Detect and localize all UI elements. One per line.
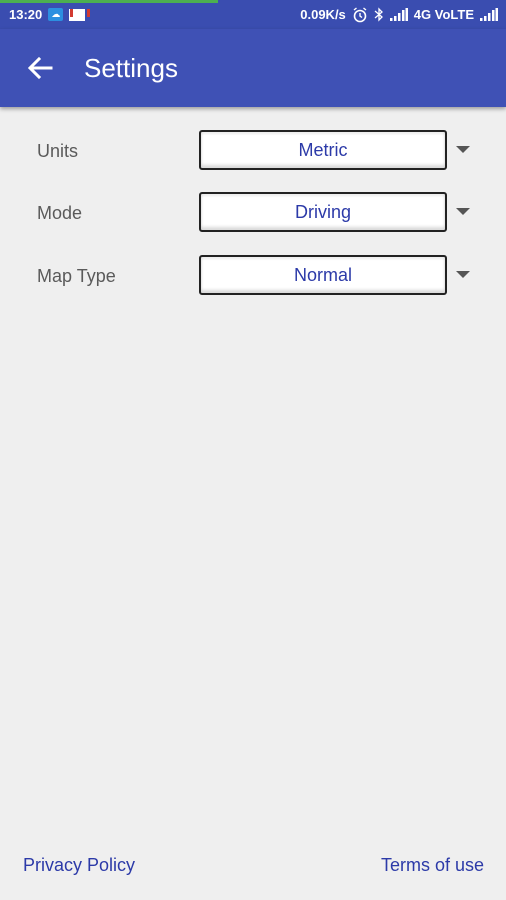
- units-label: Units: [37, 141, 79, 161]
- signal-icon: [480, 8, 498, 21]
- app-bar: Settings: [0, 29, 506, 107]
- privacy-policy-link[interactable]: Privacy Policy: [23, 855, 135, 876]
- units-dropdown[interactable]: Metric: [199, 130, 447, 170]
- signal-icon: [389, 8, 408, 21]
- gmail-icon: [69, 8, 91, 21]
- map-type-label: Map Type: [37, 266, 116, 286]
- setting-row-mode: Mode Driving: [0, 192, 506, 234]
- status-time: 13:20: [9, 7, 43, 22]
- dropdown-arrow-icon[interactable]: [456, 208, 470, 215]
- mode-label: Mode: [37, 203, 83, 223]
- loading-progress-line: [0, 0, 218, 3]
- alarm-icon: [352, 6, 368, 23]
- dropdown-arrow-icon[interactable]: [456, 271, 470, 278]
- map-type-dropdown[interactable]: Normal: [199, 255, 447, 295]
- dropdown-arrow-icon[interactable]: [456, 146, 470, 153]
- terms-of-use-link[interactable]: Terms of use: [381, 855, 484, 876]
- cloud-icon: ☁: [48, 8, 64, 21]
- setting-row-units: Units Metric: [0, 130, 506, 172]
- bluetooth-icon: [374, 7, 384, 22]
- back-button[interactable]: [20, 48, 60, 88]
- page-title: Settings: [84, 52, 178, 83]
- network-speed: 0.09K/s: [300, 7, 346, 22]
- setting-row-map-type: Map Type Normal: [0, 255, 506, 297]
- arrow-back-icon: [27, 57, 53, 79]
- mode-dropdown[interactable]: Driving: [199, 192, 447, 232]
- network-type: 4G VoLTE: [413, 7, 474, 22]
- status-bar: 13:20 ☁ 0.09K/s 4G VoLTE: [0, 0, 506, 29]
